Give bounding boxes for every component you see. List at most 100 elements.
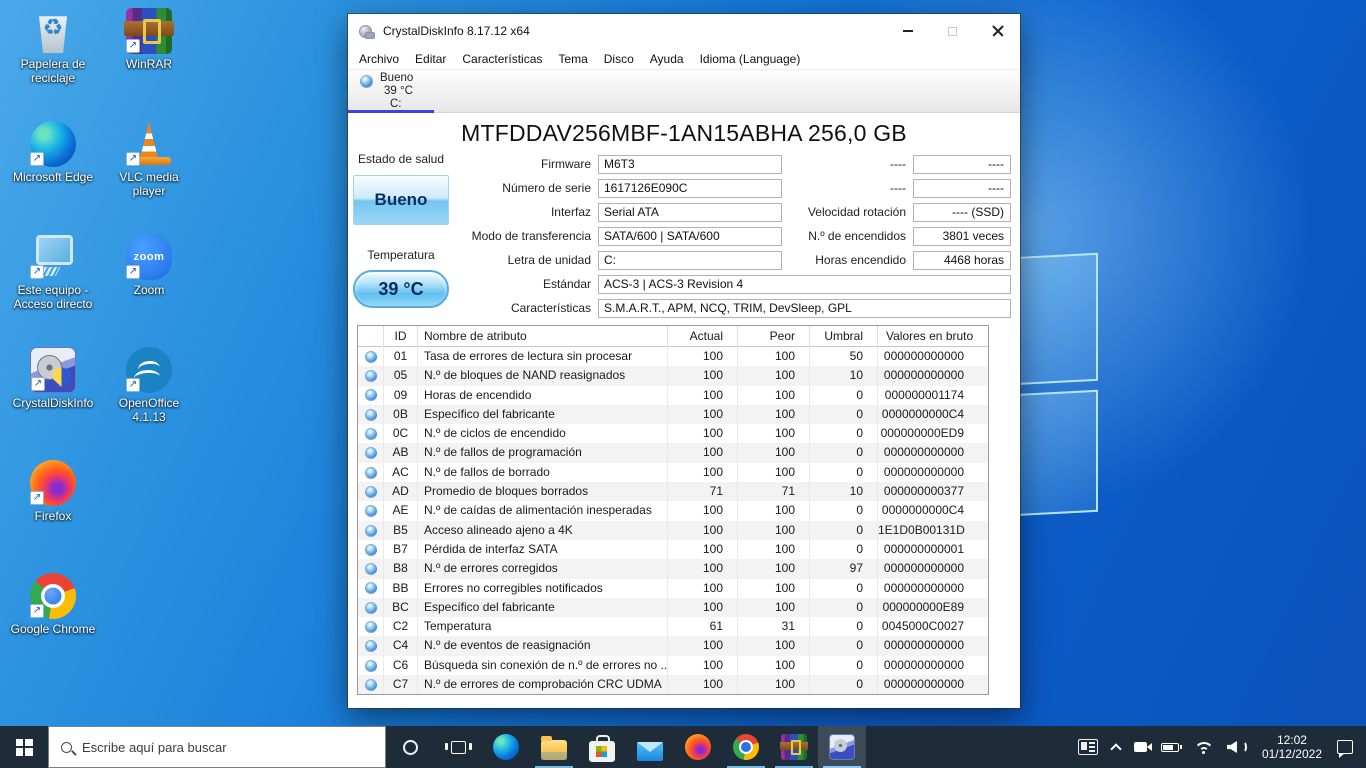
search-placeholder: Escribe aquí para buscar [82, 739, 227, 755]
desktop-icon[interactable]: Zoom [102, 234, 196, 347]
header-worst: Peor [738, 325, 810, 347]
menu-item[interactable]: Características [454, 50, 550, 68]
taskbar-mail-button[interactable] [626, 726, 674, 768]
menu-item[interactable]: Archivo [351, 50, 407, 68]
table-row[interactable]: B8 N.º de errores corregidos 100 100 97 … [358, 559, 988, 579]
table-row[interactable]: BB Errores no corregibles notificados 10… [358, 578, 988, 598]
table-row[interactable]: C2 Temperatura 61 31 0 0045000C0027 [358, 617, 988, 637]
table-row[interactable]: 09 Horas de encendido 100 100 0 00000000… [358, 385, 988, 405]
attr-id: 01 [384, 347, 418, 367]
field-row: Estándar ACS-3 | ACS-3 Revision 4 [448, 272, 1011, 296]
table-row[interactable]: AC N.º de fallos de borrado 100 100 0 00… [358, 462, 988, 483]
taskbar-search[interactable]: Escribe aquí para buscar [48, 726, 386, 768]
desktop-icon-label: CrystalDiskInfo [12, 396, 94, 410]
health-dot-icon [364, 466, 377, 479]
table-row[interactable]: 0C N.º de ciclos de encendido 100 100 0 … [358, 424, 988, 444]
desktop-icon[interactable]: Papelera de reciclaje [6, 8, 100, 121]
desktop-icon[interactable]: VLC media player [102, 121, 196, 234]
attr-current: 100 [668, 366, 738, 386]
table-row[interactable]: AD Promedio de bloques borrados 71 71 10… [358, 482, 988, 502]
attr-worst: 100 [738, 539, 810, 560]
attr-threshold: 10 [810, 366, 878, 386]
desktop-icon[interactable]: WinRAR [102, 8, 196, 121]
task-view-button[interactable] [434, 726, 482, 768]
news-widget-button[interactable] [1071, 726, 1105, 768]
table-row[interactable]: B7 Pérdida de interfaz SATA 100 100 0 00… [358, 539, 988, 560]
meet-now-button[interactable] [1127, 726, 1154, 768]
attr-threshold: 0 [810, 462, 878, 483]
smart-attribute-table: ID Nombre de atributo Actual Peor Umbral… [357, 325, 989, 696]
taskbar-chrome-button[interactable] [722, 726, 770, 768]
desktop-icon[interactable]: Microsoft Edge [6, 121, 100, 234]
table-body: 01 Tasa de errores de lectura sin proces… [358, 347, 988, 695]
clock[interactable]: 12:02 01/12/2022 [1254, 726, 1330, 768]
menu-item[interactable]: Editar [407, 50, 454, 68]
menu-item[interactable]: Tema [550, 50, 595, 68]
attr-current: 100 [668, 501, 738, 521]
menu-item[interactable]: Ayuda [642, 50, 692, 68]
table-row[interactable]: AE N.º de caídas de alimentación inesper… [358, 501, 988, 521]
drive-selector-bar[interactable]: Bueno 39 °C C: [348, 69, 1020, 113]
menu-item[interactable]: Idioma (Language) [692, 50, 809, 68]
health-status-button[interactable]: Bueno [353, 175, 449, 225]
table-row[interactable]: B5 Acceso alineado ajeno a 4K 100 100 0 … [358, 520, 988, 540]
attr-id: 0B [384, 404, 418, 425]
desktop-icon-grid: Papelera de reciclaje Microsoft Edge Est… [6, 8, 198, 686]
desktop-icon[interactable]: Este equipo - Acceso directo [6, 234, 100, 347]
attr-id: 0C [384, 424, 418, 444]
attr-name: N.º de fallos de borrado [418, 462, 668, 483]
desktop-icon[interactable]: CrystalDiskInfo [6, 347, 100, 460]
desktop-icon[interactable]: Google Chrome [6, 573, 100, 686]
volume-button[interactable] [1220, 726, 1254, 768]
app-icon [358, 23, 375, 40]
stat-value: ---- [913, 178, 1011, 198]
attr-current: 100 [668, 462, 738, 483]
attr-threshold: 0 [810, 578, 878, 598]
desktop-icon[interactable]: OpenOffice 4.1.13 [102, 347, 196, 460]
desktop-icon-glyph [126, 347, 172, 393]
table-row[interactable]: AB N.º de fallos de programación 100 100… [358, 443, 988, 463]
cortana-button[interactable] [386, 726, 434, 768]
table-row[interactable]: 0B Específico del fabricante 100 100 0 0… [358, 404, 988, 425]
task-view-icon [444, 740, 472, 754]
attr-raw: 000000000000 [883, 657, 964, 672]
stat-label: ---- [890, 157, 906, 171]
title-bar[interactable]: CrystalDiskInfo 8.17.12 x64 [348, 14, 1020, 48]
stat-row: Horas encendido 4468 horas [793, 248, 1011, 272]
table-row[interactable]: 01 Tasa de errores de lectura sin proces… [358, 347, 988, 367]
menu-item[interactable]: Disco [596, 50, 642, 68]
attr-raw: 000000000000 [883, 445, 964, 460]
action-center-button[interactable] [1330, 726, 1360, 768]
taskbar-edge-button[interactable] [482, 726, 530, 768]
table-row[interactable]: C4 N.º de eventos de reasignación 100 10… [358, 636, 988, 656]
attr-raw: 000000000E89 [882, 599, 964, 614]
battery-button[interactable] [1154, 726, 1186, 768]
attr-threshold: 0 [810, 655, 878, 676]
taskbar-store-button[interactable] [578, 726, 626, 768]
attr-worst: 100 [738, 462, 810, 483]
network-button[interactable] [1186, 726, 1220, 768]
table-row[interactable]: BC Específico del fabricante 100 100 0 0… [358, 597, 988, 618]
table-row[interactable]: C6 Búsqueda sin conexión de n.º de error… [358, 655, 988, 676]
close-button[interactable] [975, 14, 1020, 48]
field-value: 1617126E090C [598, 178, 782, 198]
meet-now-icon [1133, 742, 1152, 752]
health-dot-icon [364, 408, 377, 421]
minimize-button[interactable] [885, 14, 930, 48]
attr-id: B8 [384, 559, 418, 579]
disk-stats: ---- ---- ---- ---- Velocidad rotación -… [793, 152, 1011, 272]
table-row[interactable]: C7 N.º de errores de comprobación CRC UD… [358, 675, 988, 695]
taskbar-crystaldiskinfo-button[interactable] [818, 726, 866, 768]
taskbar-firefox-button[interactable] [674, 726, 722, 768]
health-status-label: Estado de salud [357, 152, 445, 166]
tray-expand-button[interactable] [1105, 726, 1127, 768]
start-button[interactable] [0, 726, 48, 768]
taskbar-file-explorer-button[interactable] [530, 726, 578, 768]
table-row[interactable]: 05 N.º de bloques de NAND reasignados 10… [358, 366, 988, 386]
attr-name: N.º de fallos de programación [418, 443, 668, 463]
temperature-button[interactable]: 39 °C [353, 270, 449, 308]
drive-tab-health: Bueno [380, 72, 414, 84]
maximize-button[interactable] [930, 14, 975, 48]
desktop-icon[interactable]: Firefox [6, 460, 100, 573]
taskbar-winrar-button[interactable] [770, 726, 818, 768]
